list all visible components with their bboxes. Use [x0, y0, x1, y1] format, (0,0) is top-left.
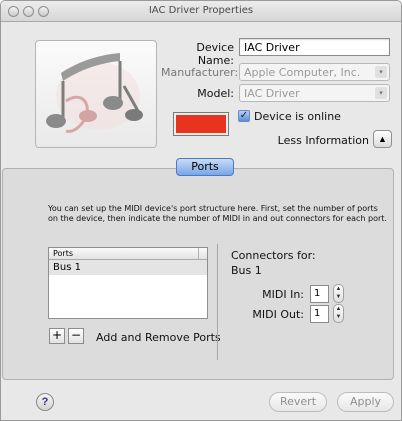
ports-table[interactable]: Ports Bus 1	[48, 247, 208, 319]
midi-in-label: MIDI In:	[262, 288, 304, 301]
device-name-label: Device Name:	[196, 41, 234, 67]
tab-ports[interactable]: Ports	[176, 158, 234, 176]
model-popup[interactable]: IAC Driver ▾	[239, 84, 390, 102]
add-port-button[interactable]: +	[49, 328, 65, 344]
midi-in-field[interactable]: 1	[310, 285, 329, 303]
stepper-icon[interactable]: ▲ ▼	[333, 284, 344, 303]
music-notes-icon	[46, 53, 143, 133]
device-color-well[interactable]	[173, 112, 229, 136]
less-information-label: Less Information	[277, 134, 369, 147]
revert-button[interactable]: Revert	[269, 392, 327, 412]
window-title: IAC Driver Properties	[148, 5, 254, 16]
midi-out-label: MIDI Out:	[252, 308, 304, 321]
ports-description: You can set up the MIDI device's port st…	[48, 204, 387, 223]
manufacturer-label: Manufacturer:	[161, 66, 239, 79]
manufacturer-popup[interactable]: Apple Computer, Inc. ▾	[239, 63, 390, 81]
help-icon[interactable]: ?	[36, 393, 54, 411]
selected-port-label: Bus 1	[231, 264, 262, 277]
title-bar[interactable]: IAC Driver Properties	[1, 1, 401, 22]
ports-column-label: Ports	[53, 249, 74, 258]
device-online-checkbox[interactable]: ✓	[238, 110, 250, 122]
device-online-label: Device is online	[254, 110, 341, 123]
model-label: Model:	[197, 87, 234, 100]
midi-out-field[interactable]: 1	[310, 305, 329, 323]
connectors-for-label: Connectors for:	[231, 249, 316, 262]
ports-table-header[interactable]: Ports	[49, 248, 207, 260]
apply-button[interactable]: Apply	[337, 392, 394, 412]
column-divider	[198, 248, 199, 260]
add-remove-ports-label: Add and Remove Ports	[96, 331, 221, 344]
device-color-swatch	[176, 115, 226, 133]
manufacturer-value: Apple Computer, Inc.	[244, 66, 361, 79]
popup-arrows-icon: ▾	[375, 87, 387, 99]
disclosure-up-icon[interactable]: ▲	[373, 130, 392, 148]
remove-port-button[interactable]: −	[68, 328, 84, 344]
stepper-icon[interactable]: ▲ ▼	[333, 304, 344, 323]
popup-arrows-icon: ▾	[375, 66, 387, 78]
device-name-field[interactable]: IAC Driver	[239, 38, 390, 56]
iac-driver-window: IAC Driver Properties Device Name: IAC D…	[0, 0, 402, 421]
table-row[interactable]: Bus 1	[49, 260, 207, 275]
device-icon-well[interactable]	[35, 40, 157, 148]
model-value: IAC Driver	[244, 87, 300, 100]
section-divider	[217, 244, 218, 360]
